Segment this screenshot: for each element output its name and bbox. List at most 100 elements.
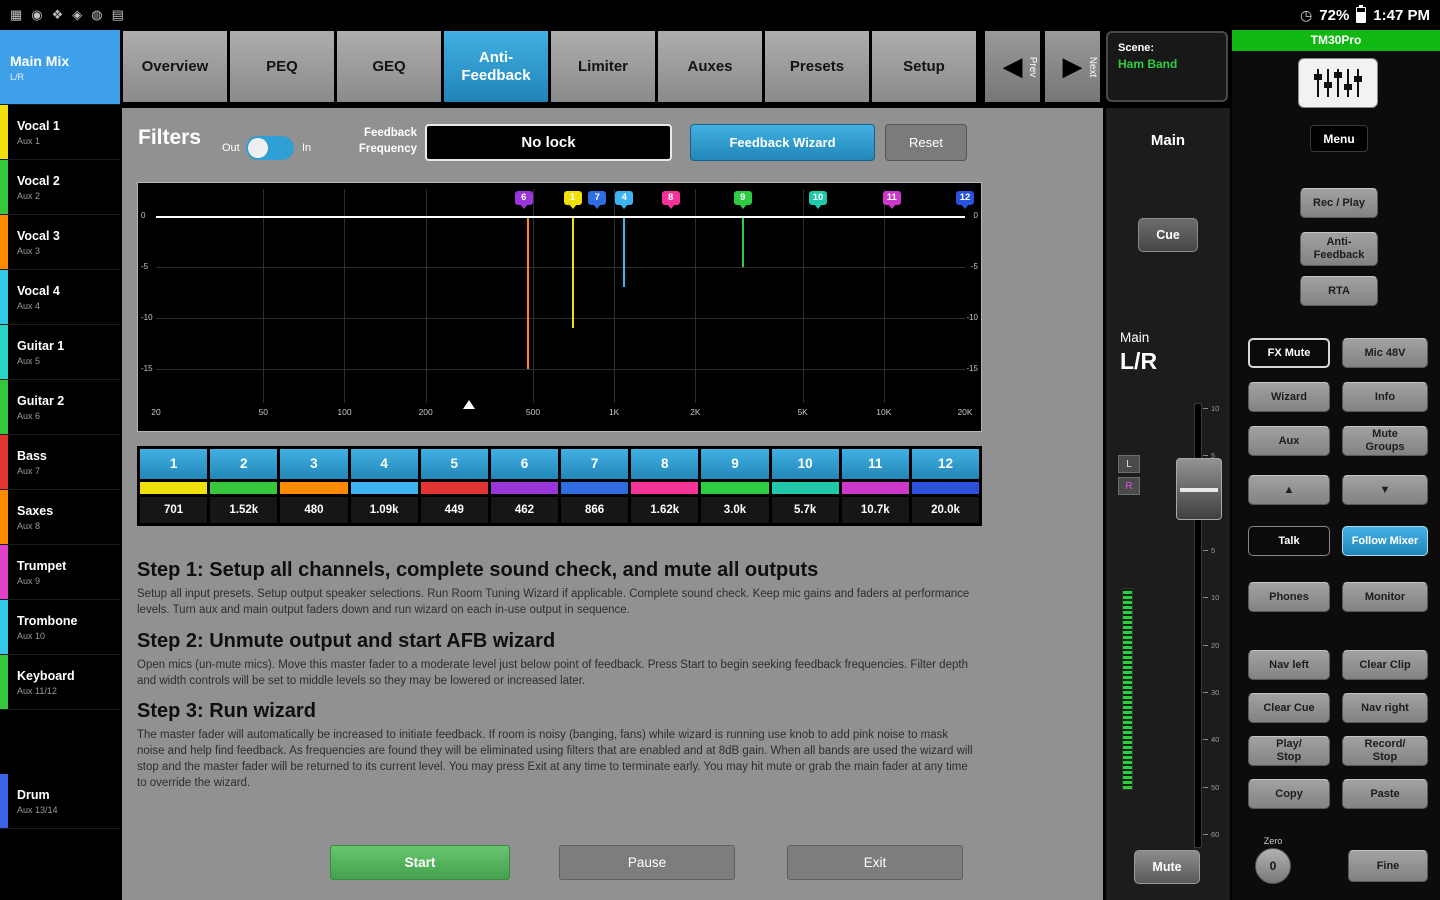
filter-marker-9[interactable]: 9 — [734, 191, 752, 205]
filter-table-headers: 123456789101112 — [140, 449, 979, 479]
channel-sub: Aux 4 — [17, 301, 60, 311]
copy-button[interactable]: Copy — [1248, 779, 1330, 809]
tab-auxes[interactable]: Auxes — [657, 30, 764, 103]
filter-marker-11[interactable]: 11 — [883, 191, 901, 205]
mixer-faders-icon[interactable] — [1298, 58, 1378, 108]
cue-button[interactable]: Cue — [1138, 218, 1198, 252]
filter-number-header[interactable]: 5 — [421, 449, 488, 479]
filter-number-header[interactable]: 8 — [631, 449, 698, 479]
channel-color-strip — [0, 774, 8, 828]
tab-limiter[interactable]: Limiter — [550, 30, 657, 103]
rta-button[interactable]: RTA — [1300, 276, 1378, 306]
prev-tab-button[interactable]: ◀ Prev — [984, 30, 1041, 103]
tab-overview[interactable]: Overview — [122, 30, 229, 103]
filter-number-header[interactable]: 11 — [842, 449, 909, 479]
clear-clip-button[interactable]: Clear Clip — [1342, 650, 1428, 680]
scene-display[interactable]: Scene: Ham Band — [1106, 31, 1228, 102]
record-stop-button[interactable]: Record/ Stop — [1342, 736, 1428, 766]
toggle-knob-icon — [248, 138, 268, 158]
fine-button[interactable]: Fine — [1348, 850, 1428, 882]
monitor-button[interactable]: Monitor — [1342, 582, 1428, 612]
sidebar-item-vocal-3[interactable]: Vocal 3Aux 3 — [0, 215, 120, 270]
filter-color-bar — [912, 482, 979, 494]
sidebar-item-main-mix[interactable]: Main MixL/R — [0, 30, 120, 105]
toggle-out-label: Out — [222, 142, 240, 154]
reset-button[interactable]: Reset — [885, 124, 967, 161]
start-button[interactable]: Start — [330, 845, 510, 880]
filter-marker-12[interactable]: 12 — [956, 191, 974, 205]
sidebar-item-drum[interactable]: DrumAux 13/14 — [0, 774, 120, 829]
filter-marker-7[interactable]: 7 — [588, 191, 606, 205]
phones-button[interactable]: Phones — [1248, 582, 1330, 612]
sidebar-item-bass[interactable]: BassAux 7 — [0, 435, 120, 490]
filters-in-out-toggle[interactable] — [246, 136, 294, 160]
down-arrow-button[interactable]: ▼ — [1342, 475, 1428, 505]
zero-knob-button[interactable]: 0 — [1255, 848, 1291, 884]
rec-play-button[interactable]: Rec / Play — [1300, 188, 1378, 218]
talk-button[interactable]: Talk — [1248, 526, 1330, 556]
mic-48v-button[interactable]: Mic 48V — [1342, 338, 1428, 368]
follow-mixer-button[interactable]: Follow Mixer — [1342, 526, 1428, 556]
clear-cue-button[interactable]: Clear Cue — [1248, 693, 1330, 723]
tab-anti-feedback[interactable]: Anti- Feedback — [443, 30, 550, 103]
filter-marker-1[interactable]: 1 — [564, 191, 582, 205]
play-stop-button[interactable]: Play/ Stop — [1248, 736, 1330, 766]
up-arrow-button[interactable]: ▲ — [1248, 475, 1330, 505]
mute-groups-button[interactable]: Mute Groups — [1342, 426, 1428, 456]
feedback-wizard-button[interactable]: Feedback Wizard — [690, 124, 875, 161]
wizard-button[interactable]: Wizard — [1248, 382, 1330, 412]
paste-button[interactable]: Paste — [1342, 779, 1428, 809]
anti-feedback-button[interactable]: Anti- Feedback — [1300, 232, 1378, 266]
filter-marker-8[interactable]: 8 — [662, 191, 680, 205]
sidebar-item-guitar-2[interactable]: Guitar 2Aux 6 — [0, 380, 120, 435]
channel-sub: Aux 11/12 — [17, 686, 75, 696]
channel-color-strip — [0, 105, 8, 159]
battery-icon — [1356, 7, 1366, 23]
feedback-graph[interactable]: 20501002005001K2K5K10K20K00-5-5-10-10-15… — [137, 182, 982, 432]
next-tab-button[interactable]: ▶ Next — [1044, 30, 1101, 103]
fx-mute-button[interactable]: FX Mute — [1248, 338, 1330, 368]
sidebar-item-guitar-1[interactable]: Guitar 1Aux 5 — [0, 325, 120, 380]
nav-left-button[interactable]: Nav left — [1248, 650, 1330, 680]
filter-marker-6[interactable]: 6 — [515, 191, 533, 205]
sidebar-item-vocal-4[interactable]: Vocal 4Aux 4 — [0, 270, 120, 325]
filter-marker-10[interactable]: 10 — [809, 191, 827, 205]
filter-number-header[interactable]: 12 — [912, 449, 979, 479]
filter-number-header[interactable]: 9 — [701, 449, 768, 479]
mute-button[interactable]: Mute — [1134, 850, 1200, 884]
aux-button[interactable]: Aux — [1248, 426, 1330, 456]
tab-geq[interactable]: GEQ — [336, 30, 443, 103]
filter-number-header[interactable]: 7 — [561, 449, 628, 479]
sidebar-item-keyboard[interactable]: KeyboardAux 11/12 — [0, 655, 120, 710]
x-tick-label: 2K — [690, 407, 700, 417]
exit-button[interactable]: Exit — [787, 845, 963, 880]
filter-number-header[interactable]: 3 — [280, 449, 347, 479]
tab-setup[interactable]: Setup — [871, 30, 978, 103]
tab-presets[interactable]: Presets — [764, 30, 871, 103]
filter-marker-4[interactable]: 4 — [615, 191, 633, 205]
sidebar-item-saxes[interactable]: SaxesAux 8 — [0, 490, 120, 545]
android-status-bar: ▦◉❖◈◍▤ ◷ 72% 1:47 PM — [0, 0, 1440, 30]
fader-knob[interactable] — [1176, 458, 1222, 520]
strip-title: Main — [1106, 132, 1230, 149]
filter-number-header[interactable]: 6 — [491, 449, 558, 479]
filter-number-header[interactable]: 10 — [772, 449, 839, 479]
info-button[interactable]: Info — [1342, 382, 1428, 412]
filter-frequency-value: 20.0k — [912, 497, 979, 523]
nav-right-button[interactable]: Nav right — [1342, 693, 1428, 723]
graph-gridline-v — [344, 189, 345, 403]
sidebar-item-trombone[interactable]: TromboneAux 10 — [0, 600, 120, 655]
menu-button[interactable]: Menu — [1310, 125, 1368, 152]
sidebar-item-vocal-1[interactable]: Vocal 1Aux 1 — [0, 105, 120, 160]
tab-peq[interactable]: PEQ — [229, 30, 336, 103]
sidebar-item-trumpet[interactable]: TrumpetAux 9 — [0, 545, 120, 600]
wizard-steps: Step 1: Setup all channels, complete sou… — [137, 548, 982, 792]
filter-number-header[interactable]: 2 — [210, 449, 277, 479]
step-1-body: Setup all input presets. Setup output sp… — [137, 587, 975, 619]
pause-button[interactable]: Pause — [559, 845, 735, 880]
filter-number-header[interactable]: 4 — [351, 449, 418, 479]
filter-number-header[interactable]: 1 — [140, 449, 207, 479]
channel-sub: Aux 8 — [17, 521, 53, 531]
sidebar-item-vocal-2[interactable]: Vocal 2Aux 2 — [0, 160, 120, 215]
status-left-icons: ▦◉❖◈◍▤ — [10, 7, 133, 23]
